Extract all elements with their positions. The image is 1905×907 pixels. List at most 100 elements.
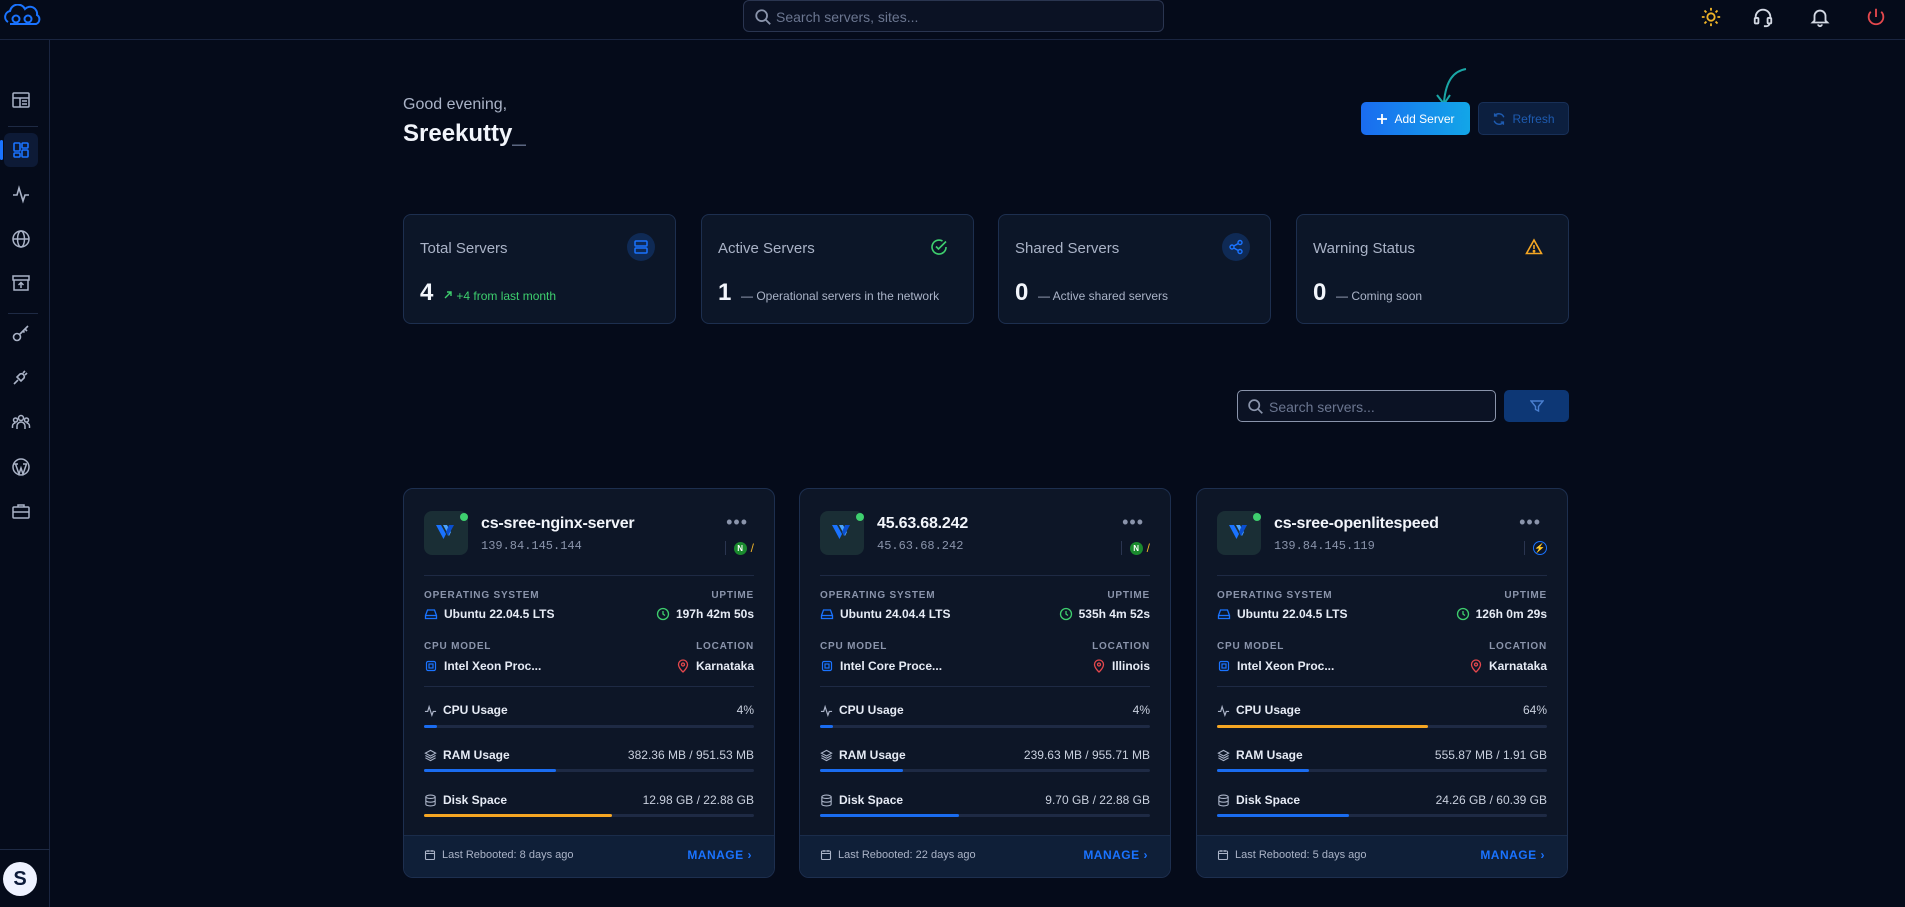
hard-drive-icon: [1217, 609, 1231, 620]
location-label: LOCATION: [1489, 641, 1547, 652]
theme-sun-icon[interactable]: [1700, 6, 1722, 28]
trend-up-icon: [444, 291, 452, 299]
server-card[interactable]: cs-sree-openlitespeed 139.84.145.119 •••…: [1196, 488, 1568, 878]
uptime-label: UPTIME: [711, 590, 754, 601]
support-headset-icon[interactable]: [1752, 6, 1774, 28]
sidebar-item-servers[interactable]: [4, 133, 38, 167]
disk-space-value: 9.70 GB / 22.88 GB: [1045, 793, 1150, 807]
sidebar-item-domains[interactable]: [4, 222, 38, 256]
location-value: Karnataka: [1469, 659, 1547, 673]
chevron-right-icon: ›: [1540, 848, 1545, 862]
cpu-model-value: Intel Core Proce...: [820, 659, 942, 673]
disk-space-label: Disk Space: [820, 793, 903, 807]
manage-link[interactable]: MANAGE ›: [1083, 848, 1148, 862]
manage-link[interactable]: MANAGE ›: [687, 848, 752, 862]
stat-label: Warning Status: [1313, 240, 1415, 257]
key-icon: [12, 325, 29, 342]
online-status-dot: [460, 513, 468, 521]
layers-icon: [424, 749, 437, 761]
activity-icon: [1217, 704, 1230, 717]
os-value: Ubuntu 22.04.5 LTS: [1217, 607, 1347, 621]
filter-button[interactable]: [1504, 390, 1569, 422]
stat-value: 4: [420, 279, 434, 306]
disk-space-text: Disk Space: [1236, 793, 1301, 807]
bell-icon[interactable]: [1809, 6, 1831, 28]
disk-space-fill: [820, 814, 959, 817]
sidebar-item-keys[interactable]: [4, 316, 38, 350]
plus-icon: [1377, 113, 1388, 124]
ram-usage-text: RAM Usage: [443, 748, 510, 762]
add-server-button[interactable]: Add Server: [1361, 102, 1470, 135]
server-card[interactable]: 45.63.68.242 45.63.68.242 ••• N / OPERATI…: [799, 488, 1171, 878]
os-value: Ubuntu 24.04.4 LTS: [820, 607, 950, 621]
manage-link[interactable]: MANAGE ›: [1480, 848, 1545, 862]
user-avatar[interactable]: S: [3, 862, 37, 896]
card-footer: Last Rebooted: 22 days ago MANAGE ›: [800, 835, 1170, 877]
disk-space-fill: [1217, 814, 1349, 817]
cloudstick-logo-icon[interactable]: [2, 4, 44, 30]
ram-usage-fill: [424, 769, 556, 772]
global-search-input[interactable]: [776, 7, 1146, 27]
activity-icon: [13, 185, 29, 204]
sidebar-item-projects[interactable]: [4, 494, 38, 528]
more-options-icon[interactable]: •••: [1519, 512, 1541, 533]
power-icon[interactable]: [1865, 6, 1887, 28]
stat-value: 0: [1313, 279, 1327, 306]
cpu-model-label: CPU MODEL: [424, 641, 492, 652]
cpu-model-value: Intel Xeon Proc...: [424, 659, 541, 673]
cpu-usage-bar: [820, 725, 1150, 728]
ram-usage-value: 239.63 MB / 955.71 MB: [1023, 748, 1150, 762]
cpu-usage-label: CPU Usage: [820, 703, 904, 717]
clock-icon: [1059, 607, 1072, 621]
nginx-icon: N: [733, 541, 747, 555]
cpu-usage-bar: [424, 725, 754, 728]
cpu-model-label: CPU MODEL: [820, 641, 888, 652]
last-rebooted: Last Rebooted: 5 days ago: [1217, 849, 1366, 861]
server-search[interactable]: [1237, 390, 1496, 422]
sidebar-item-backups[interactable]: [4, 266, 38, 300]
cpu-usage-fill: [1217, 725, 1429, 728]
refresh-button[interactable]: Refresh: [1478, 102, 1569, 135]
sidebar-item-monitoring[interactable]: [4, 177, 38, 211]
location-text: Karnataka: [695, 659, 754, 673]
stat-sub-text: Coming soon: [1351, 289, 1423, 303]
nginx-icon: N: [1129, 541, 1143, 555]
global-search[interactable]: [743, 0, 1164, 32]
sidebar-item-team[interactable]: [4, 405, 38, 439]
manage-label: MANAGE: [1083, 848, 1140, 862]
calendar-icon: [1217, 850, 1229, 861]
os-label: OPERATING SYSTEM: [424, 590, 540, 601]
location-label: LOCATION: [696, 641, 754, 652]
disk-space-bar: [820, 814, 1150, 817]
uptime-label: UPTIME: [1107, 590, 1150, 601]
sidebar-item-wordpress[interactable]: [4, 450, 38, 484]
map-pin-icon: [677, 659, 689, 673]
uptime-text: 535h 4m 52s: [1078, 607, 1150, 621]
stat-subtext: +4 from last month: [443, 289, 556, 303]
cpu-model-text: Intel Xeon Proc...: [444, 659, 542, 673]
cpu-usage-text: CPU Usage: [443, 703, 508, 717]
cpu-usage-bar: [1217, 725, 1547, 728]
server-stack-icon: [627, 233, 655, 261]
more-options-icon[interactable]: •••: [726, 512, 748, 533]
edit-pen-icon[interactable]: /: [1147, 541, 1150, 555]
uptime-value: 126h 0m 29s: [1456, 607, 1547, 621]
disk-space-bar: [424, 814, 754, 817]
database-icon: [425, 794, 436, 806]
os-text: Ubuntu 24.04.4 LTS: [840, 607, 951, 621]
online-status-dot: [856, 513, 864, 521]
server-search-input[interactable]: [1269, 397, 1484, 417]
sidebar-item-integrations[interactable]: [4, 360, 38, 394]
typing-cursor: _: [512, 120, 526, 147]
cpu-usage-text: CPU Usage: [839, 703, 904, 717]
database-icon: [821, 794, 832, 806]
stat-subtext: — Operational servers in the network: [741, 289, 940, 303]
ram-usage-label: RAM Usage: [1217, 748, 1303, 762]
search-icon: [1248, 399, 1263, 414]
sidebar-item-dashboard[interactable]: [4, 83, 38, 117]
server-card[interactable]: cs-sree-nginx-server 139.84.145.144 ••• …: [403, 488, 775, 878]
wordpress-icon: [12, 458, 30, 477]
more-options-icon[interactable]: •••: [1122, 512, 1144, 533]
edit-pen-icon[interactable]: /: [751, 541, 754, 555]
stack-badges: ⚡: [1524, 541, 1547, 555]
